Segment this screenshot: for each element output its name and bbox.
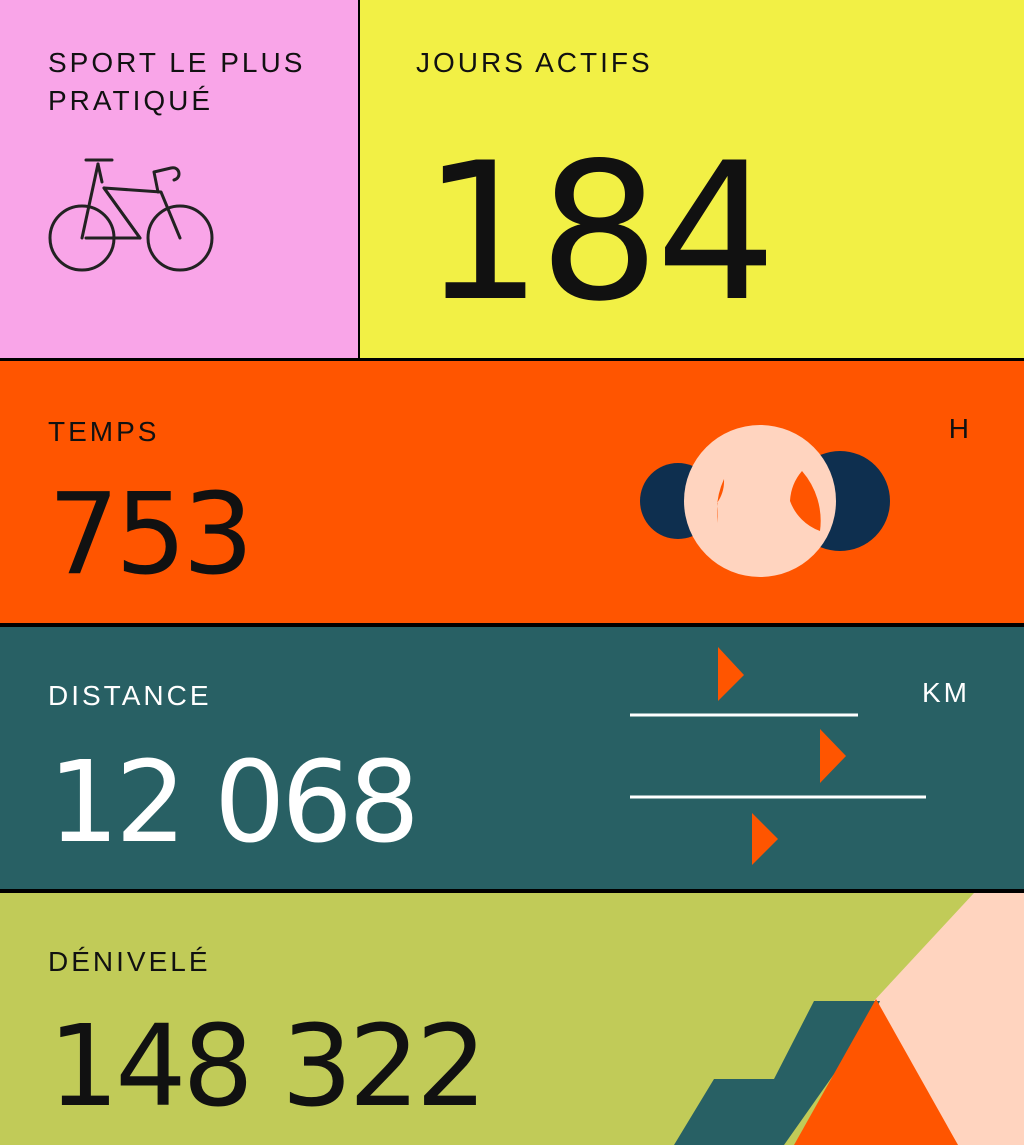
sport-label: SPORT LE PLUS PRATIQUÉ xyxy=(48,44,305,120)
overlapping-circles-graphic xyxy=(640,425,890,577)
active-days-card: JOURS ACTIFS 184 xyxy=(360,0,1024,358)
active-days-value: 184 xyxy=(422,122,777,343)
sport-label-line2: PRATIQUÉ xyxy=(48,85,214,116)
distance-card: DISTANCE KM 12 068 xyxy=(0,627,1024,889)
distance-value: 12 068 xyxy=(48,738,420,868)
elevation-label: DÉNIVELÉ xyxy=(48,946,211,977)
sport-card: SPORT LE PLUS PRATIQUÉ xyxy=(0,0,358,358)
time-value: 753 xyxy=(48,470,254,600)
time-label: TEMPS xyxy=(48,416,160,447)
road-arrows-graphic xyxy=(630,647,926,865)
distance-label: DISTANCE xyxy=(48,680,212,711)
bicycle-icon xyxy=(48,158,214,272)
mountain-graphic xyxy=(674,893,1024,1145)
sport-label-line1: SPORT LE PLUS xyxy=(48,47,306,78)
time-unit: H xyxy=(948,413,972,444)
elevation-value: 148 322 xyxy=(48,1002,487,1132)
active-days-label: JOURS ACTIFS xyxy=(416,47,653,78)
time-card: TEMPS H 753 xyxy=(0,361,1024,623)
elevation-card: DÉNIVELÉ M 148 322 xyxy=(0,893,1024,1145)
